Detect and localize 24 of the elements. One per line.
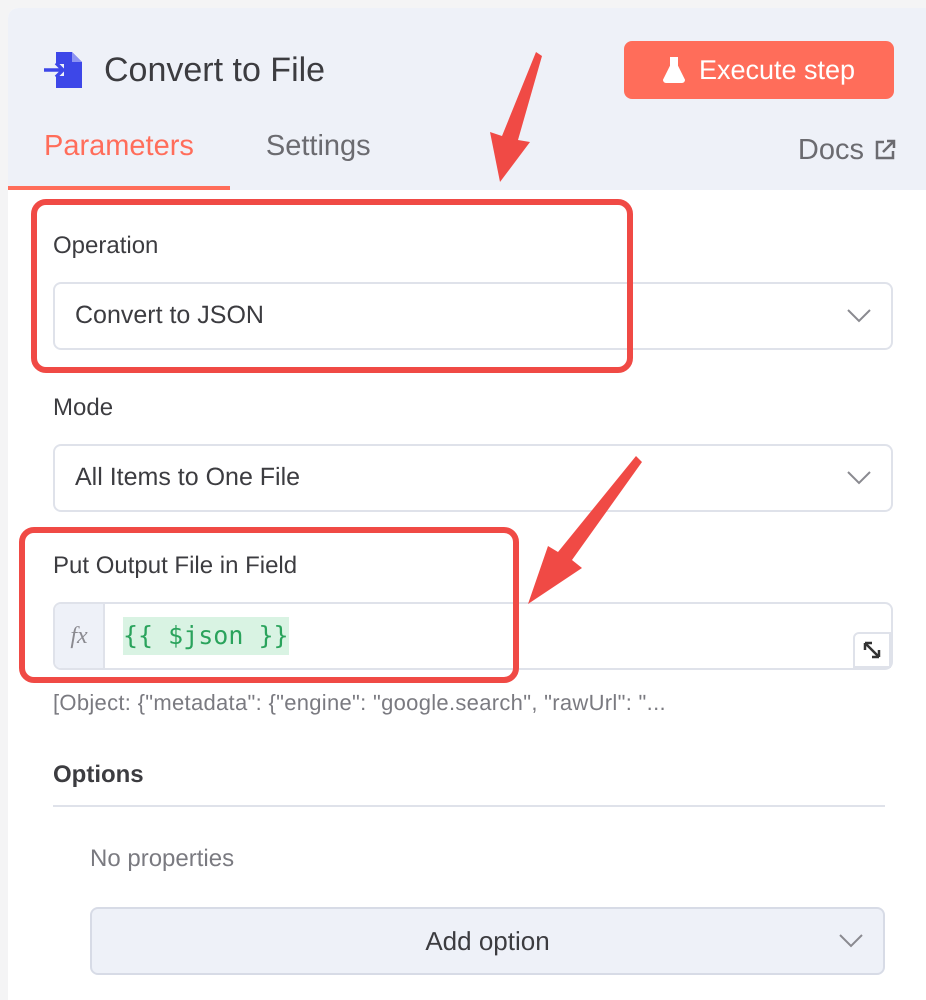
field-hint: [Object: {"metadata": {"engine": "google.search", "rawUrl": "... bbox=[53, 689, 667, 717]
expression-value: {{ $json }} bbox=[123, 617, 289, 655]
select-field[interactable]: All Items to One File bbox=[53, 444, 893, 512]
chevron-down-icon bbox=[847, 309, 871, 323]
flask-icon bbox=[662, 57, 685, 83]
empty-text: No properties bbox=[90, 844, 236, 874]
add-option-button[interactable]: Add option bbox=[90, 907, 885, 975]
external-link-icon bbox=[874, 139, 896, 162]
docs-link[interactable]: Docs bbox=[798, 128, 896, 190]
field-label: Operation bbox=[53, 232, 160, 260]
section-title: Options bbox=[53, 757, 885, 807]
execute-step-button[interactable]: Execute step bbox=[624, 41, 894, 99]
expand-icon bbox=[862, 640, 882, 660]
select-field[interactable]: Convert to JSON bbox=[53, 282, 893, 350]
chevron-down-icon bbox=[847, 471, 871, 485]
tab[interactable]: Parameters bbox=[8, 124, 230, 190]
expression-field[interactable]: fx {{ $json }} bbox=[53, 602, 893, 670]
expand-button[interactable] bbox=[853, 632, 891, 668]
field-label: Mode bbox=[53, 394, 114, 422]
chevron-down-icon bbox=[839, 934, 863, 948]
tab[interactable]: Settings bbox=[230, 124, 407, 190]
node-title: Convert to File bbox=[104, 50, 326, 90]
field-label: Put Output File in Field bbox=[53, 552, 298, 580]
fx-label: fx bbox=[55, 604, 105, 668]
